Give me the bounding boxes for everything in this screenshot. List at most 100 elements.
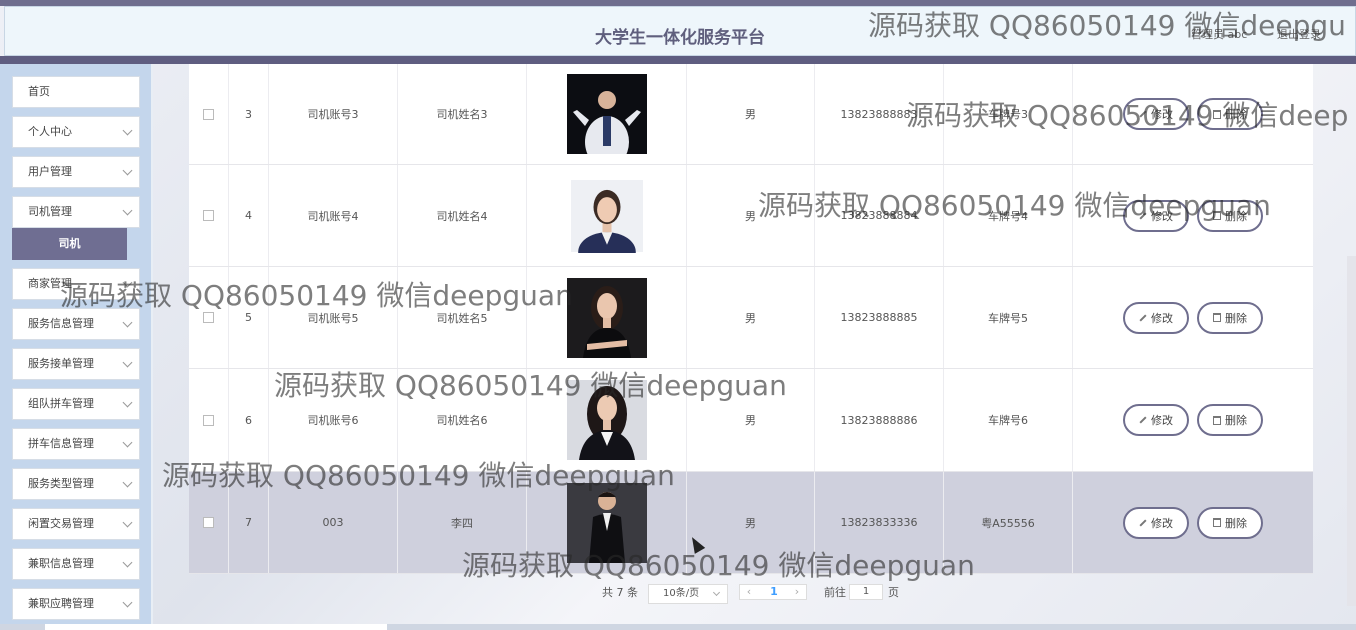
account-cell: 司机账号4 [269, 165, 398, 266]
photo-cell [527, 472, 687, 573]
edit-button[interactable]: 修改 [1123, 98, 1189, 130]
page-size-value: 10条/页 [663, 588, 700, 599]
sidebar-item-drivers[interactable]: 司机管理 [12, 196, 140, 228]
next-page-icon[interactable]: › [790, 585, 804, 599]
row-select-cell [189, 369, 229, 471]
table-row: 4 司机账号4 司机姓名4 男 13823888884 车牌号4 修改 删除 [189, 165, 1313, 267]
row-select-cell [189, 165, 229, 266]
index-cell: 6 [229, 369, 269, 471]
delete-label: 删除 [1225, 516, 1247, 530]
sidebar-item-service-info[interactable]: 服务信息管理 [12, 308, 140, 340]
plate-cell: 车牌号3 [944, 64, 1073, 164]
row-select-cell [189, 64, 229, 164]
prev-page-icon[interactable]: ‹ [742, 585, 756, 599]
table-row: 5 司机账号5 司机姓名5 男 13823888885 车牌号5 修改 删除 [189, 267, 1313, 369]
sidebar-item-home[interactable]: 首页 [12, 76, 140, 108]
bottom-bar-segment [45, 624, 387, 630]
delete-label: 删除 [1225, 414, 1247, 427]
delete-button[interactable]: 删除 [1197, 404, 1263, 436]
chevron-down-icon [122, 477, 133, 488]
delete-label: 删除 [1225, 209, 1247, 223]
actions-cell: 修改 删除 [1073, 369, 1313, 471]
page-suffix: 页 [888, 586, 899, 599]
delete-button[interactable]: 删除 [1197, 199, 1263, 232]
trash-icon [1213, 415, 1221, 425]
plate-cell: 车牌号4 [944, 165, 1073, 266]
driver-photo [570, 179, 643, 253]
vertical-scrollbar[interactable] [1347, 256, 1356, 606]
delete-button[interactable]: 删除 [1197, 98, 1263, 130]
sidebar-item-carpool-teams[interactable]: 组队拼车管理 [12, 388, 140, 420]
account-cell: 司机账号6 [269, 369, 398, 471]
sidebar-subitem-driver[interactable]: 司机 [12, 228, 127, 260]
pagination-total: 共 7 条 [602, 586, 638, 599]
delete-button[interactable]: 删除 [1197, 301, 1263, 334]
sidebar-item-label: 司机管理 [28, 205, 72, 218]
sidebar-item-carpool-info[interactable]: 拼车信息管理 [12, 428, 140, 460]
sidebar-item-secondhand[interactable]: 闲置交易管理 [12, 508, 140, 540]
account-cell: 003 [269, 472, 398, 573]
logout-link[interactable]: 退出登录 [1277, 26, 1321, 42]
index-cell: 7 [229, 472, 269, 573]
row-checkbox[interactable] [203, 210, 214, 221]
row-checkbox[interactable] [203, 517, 214, 528]
sidebar-item-users[interactable]: 用户管理 [12, 156, 140, 188]
row-checkbox[interactable] [203, 414, 214, 426]
edit-label: 修改 [1151, 209, 1173, 223]
chevron-down-icon [122, 277, 133, 288]
sidebar-item-parttime-info[interactable]: 兼职信息管理 [12, 548, 140, 580]
gender-cell: 男 [687, 369, 815, 471]
sidebar-item-label: 闲置交易管理 [28, 517, 94, 530]
driver-table: 3 司机账号3 司机姓名3 男 13823888883 车牌号3 修改 删除 4… [189, 64, 1313, 574]
phone-cell: 13823833336 [815, 472, 944, 573]
sidebar-item-profile[interactable]: 个人中心 [12, 116, 140, 148]
trash-icon [1213, 109, 1221, 119]
name-cell: 司机姓名4 [398, 165, 527, 266]
sidebar-item-merchants[interactable]: 商家管理 [12, 268, 140, 300]
edit-button[interactable]: 修改 [1123, 506, 1189, 539]
plate-cell: 车牌号6 [944, 369, 1073, 471]
chevron-down-icon [122, 357, 133, 368]
plate-cell: 粤A55556 [944, 472, 1073, 573]
sidebar-item-label: 服务接单管理 [28, 357, 94, 370]
bottom-bar [0, 624, 1356, 630]
actions-cell: 修改 删除 [1073, 267, 1313, 368]
sidebar-item-label: 兼职信息管理 [28, 557, 94, 570]
goto-page-input[interactable]: 1 [849, 584, 883, 600]
sidebar-item-label: 服务类型管理 [28, 477, 94, 490]
account-cell: 司机账号5 [269, 267, 398, 368]
edit-button[interactable]: 修改 [1123, 404, 1189, 436]
sidebar-item-label: 用户管理 [28, 165, 72, 178]
chevron-down-icon [122, 165, 133, 176]
delete-label: 删除 [1225, 311, 1247, 325]
edit-button[interactable]: 修改 [1123, 199, 1189, 232]
current-page[interactable]: 1 [768, 585, 780, 599]
sidebar-item-label: 兼职应聘管理 [28, 597, 94, 610]
edit-button[interactable]: 修改 [1123, 301, 1189, 334]
row-checkbox[interactable] [203, 108, 214, 120]
edit-label: 修改 [1151, 311, 1173, 325]
account-cell: 司机账号3 [269, 64, 398, 164]
row-checkbox[interactable] [203, 312, 214, 323]
sidebar-item-service-orders[interactable]: 服务接单管理 [12, 348, 140, 380]
pencil-icon [1139, 313, 1147, 322]
actions-cell: 修改 删除 [1073, 472, 1313, 573]
delete-button[interactable]: 删除 [1197, 506, 1263, 539]
goto-label: 前往 [824, 586, 846, 599]
row-select-cell [189, 267, 229, 368]
sidebar-item-label: 组队拼车管理 [28, 397, 94, 410]
photo-cell [527, 165, 687, 266]
trash-icon [1213, 518, 1221, 527]
edit-label: 修改 [1151, 108, 1173, 121]
pagination-pager: ‹ 1 › [739, 584, 807, 600]
sidebar-item-label: 首页 [28, 85, 50, 98]
sidebar: 首页 个人中心 用户管理 司机管理 司机 商家管理 服务信息管理 服务接单管理 … [0, 64, 153, 630]
driver-photo [566, 74, 647, 154]
phone-cell: 13823888886 [815, 369, 944, 471]
sidebar-item-parttime-applications[interactable]: 兼职应聘管理 [12, 588, 140, 620]
plate-cell: 车牌号5 [944, 267, 1073, 368]
sidebar-item-service-types[interactable]: 服务类型管理 [12, 468, 140, 500]
page-size-select[interactable]: 10条/页 [648, 584, 728, 604]
chevron-down-icon [122, 205, 133, 216]
app-header: 大学生一体化服务平台 管理员 abc 退出登录 [4, 6, 1356, 56]
